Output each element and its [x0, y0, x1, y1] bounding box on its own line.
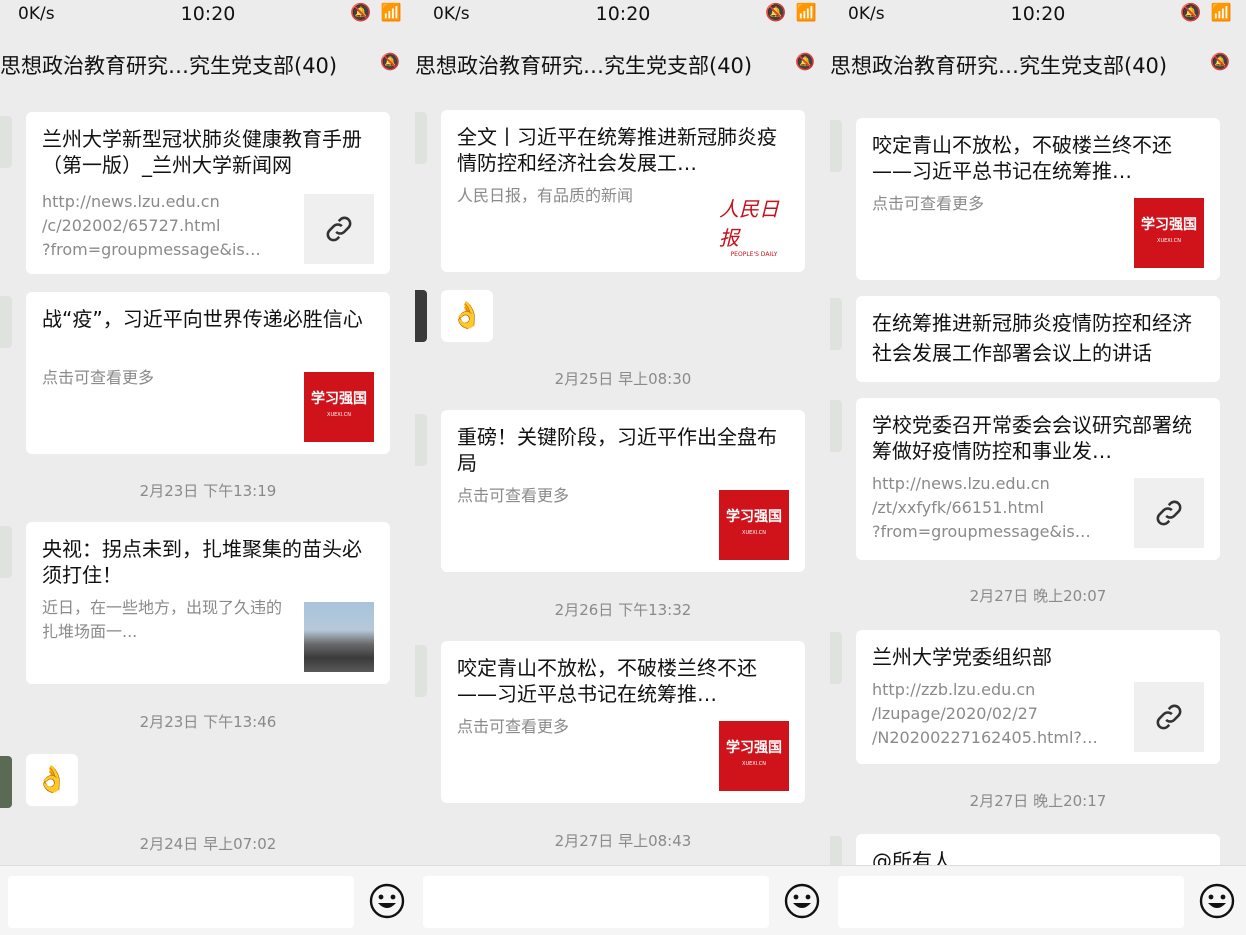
- card-desc: 点击可查看更多: [42, 368, 155, 387]
- timestamp: 2月23日 下午13:46: [139, 713, 277, 731]
- avatar[interactable]: [0, 756, 12, 808]
- emoji-button-icon[interactable]: [368, 882, 406, 920]
- message-input[interactable]: [8, 876, 354, 928]
- card-title: 咬定青山不放松，不破楼兰终不还——习近平总书记在统筹推…: [457, 656, 757, 706]
- thumb-logo-text: 人民日报: [719, 196, 779, 250]
- timestamp: 2月23日 下午13:19: [139, 482, 277, 500]
- article-message-card[interactable]: 央视：拐点未到，扎堆聚集的苗头必须打住！ 近日，在一些地方，出现了久违的扎堆场面…: [26, 522, 390, 684]
- photo-thumb: [304, 602, 374, 672]
- avatar[interactable]: [0, 116, 12, 168]
- xuexi-logo-thumb: 学习强国 XUEXI.CN: [1134, 198, 1204, 268]
- status-bar: 0K/s 10:20 🔕 📶: [0, 0, 416, 30]
- thumb-logo-text: 学习强国: [1141, 217, 1197, 233]
- message-input[interactable]: [423, 876, 769, 928]
- thumb-logo-text: 学习强国: [726, 509, 782, 525]
- avatar[interactable]: [830, 298, 842, 350]
- chat-screen-3: 0K/s 10:20 🔕 📶 思想政治教育研究…究生党支部(40) 🔕 咬定青山…: [830, 0, 1246, 935]
- card-title: 战“疫”，习近平向世界传递必胜信心: [42, 307, 363, 331]
- avatar[interactable]: [830, 400, 842, 452]
- card-desc: http://zzb.lzu.edu.cn /lzupage/2020/02/2…: [872, 680, 1098, 747]
- avatar[interactable]: [0, 526, 12, 578]
- card-desc: http://news.lzu.edu.cn /c/202002/65727.h…: [42, 192, 261, 259]
- card-desc: 近日，在一些地方，出现了久违的扎堆场面一...: [42, 598, 283, 641]
- emoji-button-icon[interactable]: [1198, 882, 1236, 920]
- mute-icon: 🔕: [1210, 52, 1230, 71]
- status-bar: 0K/s 10:20 🔕 📶: [415, 0, 831, 30]
- chat-title[interactable]: 思想政治教育研究…究生党支部(40): [0, 50, 337, 80]
- card-desc: 点击可查看更多: [457, 717, 570, 736]
- link-icon: [1134, 682, 1204, 752]
- timestamp: 2月27日 晚上20:17: [969, 792, 1107, 810]
- input-bar: [415, 865, 831, 935]
- avatar[interactable]: [830, 120, 842, 172]
- thumb-logo-sub: XUEXI.CN: [1157, 238, 1181, 244]
- timestamp: 2月24日 早上07:02: [139, 835, 277, 853]
- article-message-card[interactable]: 重磅！关键阶段，习近平作出全盘布局 点击可查看更多 学习强国 XUEXI.CN: [441, 410, 805, 572]
- card-title: 央视：拐点未到，扎堆聚集的苗头必须打住！: [42, 537, 362, 587]
- mute-icon: 🔕: [795, 52, 815, 71]
- link-message-card[interactable]: 学校党委召开常委会会议研究部署统筹做好疫情防控和事业发… http://news…: [856, 398, 1220, 560]
- avatar[interactable]: [415, 645, 427, 697]
- chat-header: 思想政治教育研究…究生党支部(40) 🔕: [415, 40, 831, 88]
- card-title: 兰州大学党委组织部: [872, 645, 1052, 669]
- avatar[interactable]: [830, 632, 842, 684]
- message-input[interactable]: [838, 876, 1184, 928]
- status-icons: 🔕 📶: [1180, 3, 1234, 23]
- thumb-logo-sub: XUEXI.CN: [327, 412, 351, 418]
- card-desc: 点击可查看更多: [457, 486, 570, 505]
- timestamp: 2月25日 早上08:30: [554, 370, 692, 388]
- link-icon: [1134, 478, 1204, 548]
- chat-header: 思想政治教育研究…究生党支部(40) 🔕: [830, 40, 1246, 88]
- card-desc: 人民日报，有品质的新闻: [457, 186, 634, 205]
- link-message-card[interactable]: 兰州大学新型冠状肺炎健康教育手册（第一版）_兰州大学新闻网 http://new…: [26, 112, 390, 274]
- avatar[interactable]: [0, 296, 12, 348]
- thumb-logo-sub: XUEXI.CN: [742, 530, 766, 536]
- card-title: 重磅！关键阶段，习近平作出全盘布局: [457, 425, 777, 475]
- status-bar: 0K/s 10:20 🔕 📶: [830, 0, 1246, 30]
- avatar[interactable]: [415, 112, 427, 164]
- article-message-card[interactable]: 咬定青山不放松，不破楼兰终不还——习近平总书记在统筹推… 点击可查看更多 学习强…: [856, 118, 1220, 280]
- card-title: 全文丨习近平在统筹推进新冠肺炎疫情防控和经济社会发展工…: [457, 125, 777, 175]
- message-text: 在统筹推进新冠肺炎疫情防控和经济社会发展工作部署会议上的讲话: [872, 311, 1192, 365]
- thumb-logo-sub: PEOPLE'S DAILY: [730, 250, 778, 258]
- chat-screen-2: 0K/s 10:20 🔕 📶 思想政治教育研究…究生党支部(40) 🔕 全文丨习…: [415, 0, 831, 935]
- chat-title[interactable]: 思想政治教育研究…究生党支部(40): [415, 50, 752, 80]
- thumb-logo-text: 学习强国: [726, 740, 782, 756]
- card-desc: http://news.lzu.edu.cn /zt/xxfyfk/66151.…: [872, 474, 1091, 541]
- article-message-card[interactable]: 战“疫”，习近平向世界传递必胜信心 点击可查看更多 学习强国 XUEXI.CN: [26, 292, 390, 454]
- input-bar: [830, 865, 1246, 935]
- thumb-logo-text: 学习强国: [311, 391, 367, 407]
- avatar[interactable]: [415, 414, 427, 466]
- card-title: 学校党委召开常委会会议研究部署统筹做好疫情防控和事业发…: [872, 413, 1192, 463]
- link-message-card[interactable]: 兰州大学党委组织部 http://zzb.lzu.edu.cn /lzupage…: [856, 630, 1220, 764]
- chat-title[interactable]: 思想政治教育研究…究生党支部(40): [830, 50, 1167, 80]
- card-desc: 点击可查看更多: [872, 194, 985, 213]
- timestamp: 2月27日 晚上20:07: [969, 587, 1107, 605]
- xuexi-logo-thumb: 学习强国 XUEXI.CN: [304, 372, 374, 442]
- chat-screen-1: 0K/s 10:20 🔕 📶 思想政治教育研究…究生党支部(40) 🔕 兰州大学…: [0, 0, 416, 935]
- status-icons: 🔕 📶: [765, 3, 819, 23]
- timestamp: 2月26日 下午13:32: [554, 601, 692, 619]
- card-title: 兰州大学新型冠状肺炎健康教育手册（第一版）_兰州大学新闻网: [42, 127, 362, 177]
- chat-header: 思想政治教育研究…究生党支部(40) 🔕: [0, 40, 416, 88]
- article-message-card[interactable]: 全文丨习近平在统筹推进新冠肺炎疫情防控和经济社会发展工… 人民日报，有品质的新闻…: [441, 110, 805, 272]
- emoji-button-icon[interactable]: [783, 882, 821, 920]
- status-icons: 🔕 📶: [350, 3, 404, 23]
- xuexi-logo-thumb: 学习强国 XUEXI.CN: [719, 490, 789, 560]
- card-title: 咬定青山不放松，不破楼兰终不还——习近平总书记在统筹推…: [872, 133, 1172, 183]
- article-message-card[interactable]: 咬定青山不放松，不破楼兰终不还——习近平总书记在统筹推… 点击可查看更多 学习强…: [441, 641, 805, 803]
- mute-icon: 🔕: [380, 52, 400, 71]
- emoji-message[interactable]: 👌: [26, 754, 78, 806]
- link-icon: [304, 194, 374, 264]
- timestamp: 2月27日 早上08:43: [554, 832, 692, 850]
- input-bar: [0, 865, 416, 935]
- thumb-logo-sub: XUEXI.CN: [742, 761, 766, 767]
- emoji-message[interactable]: 👌: [441, 290, 493, 342]
- rmrb-logo-thumb: 人民日报 PEOPLE'S DAILY: [719, 190, 789, 260]
- avatar[interactable]: [415, 290, 427, 342]
- xuexi-logo-thumb: 学习强国 XUEXI.CN: [719, 721, 789, 791]
- text-message[interactable]: 在统筹推进新冠肺炎疫情防控和经济社会发展工作部署会议上的讲话: [856, 296, 1220, 382]
